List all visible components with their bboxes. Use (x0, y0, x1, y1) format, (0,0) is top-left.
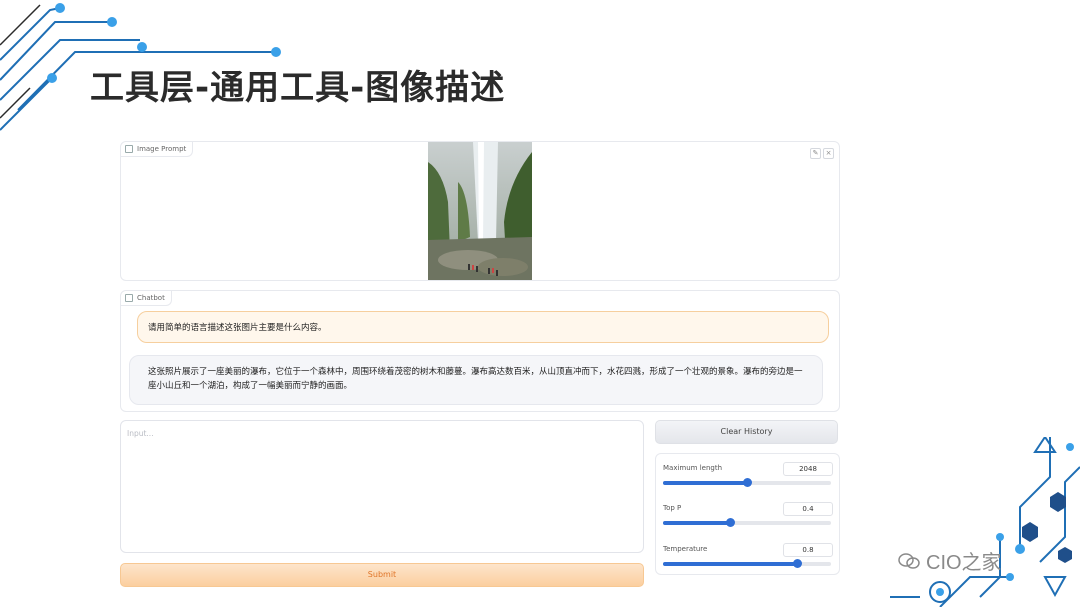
close-icon[interactable]: × (823, 148, 834, 159)
slider-fill (663, 562, 798, 566)
bot-message: 这张照片展示了一座美丽的瀑布，它位于一个森林中，周围环绕着茂密的树木和藤蔓。瀑布… (129, 355, 823, 405)
chatbot-panel: Chatbot 请用简单的语言描述这张图片主要是什么内容。 这张照片展示了一座美… (120, 290, 840, 412)
chatbot-tag: Chatbot (121, 291, 172, 306)
user-message: 请用简单的语言描述这张图片主要是什么内容。 (137, 311, 829, 343)
slider-fill (663, 481, 747, 485)
param-label: Maximum length (663, 464, 723, 472)
slider-fill (663, 521, 731, 525)
image-prompt-tag: Image Prompt (121, 142, 194, 157)
image-icon (125, 145, 133, 153)
param-slider[interactable] (663, 518, 831, 527)
input-textarea[interactable]: Input... (120, 420, 644, 553)
pencil-icon[interactable]: ✎ (810, 148, 821, 159)
slide-title: 工具层-通用工具-图像描述 (90, 68, 506, 108)
clear-history-button[interactable]: Clear History (655, 420, 838, 444)
image-prompt-panel: Image Prompt ✎ × (120, 141, 840, 281)
param-temperature: Temperature 0.8 (662, 539, 833, 575)
chatbot-label: Chatbot (137, 294, 165, 302)
param-label: Top P (663, 504, 682, 512)
input-placeholder: Input... (127, 429, 154, 438)
param-value-input[interactable]: 0.4 (783, 502, 833, 516)
slider-thumb[interactable] (726, 518, 736, 527)
parameters-panel: Maximum length 2048 Top P 0.4 Temperatur… (655, 453, 840, 575)
param-label: Temperature (663, 545, 708, 553)
slider-thumb[interactable] (743, 478, 752, 487)
slider-thumb[interactable] (793, 559, 803, 568)
image-prompt-label: Image Prompt (137, 145, 187, 153)
param-value-input[interactable]: 0.8 (783, 543, 833, 557)
watermark-text: CIO之家 (926, 552, 1002, 574)
param-maximum-length: Maximum length 2048 (662, 458, 833, 494)
chat-icon (125, 294, 133, 302)
wechat-icon (898, 552, 920, 569)
waterfall-photo (428, 142, 532, 280)
param-slider[interactable] (663, 559, 831, 568)
param-slider[interactable] (663, 478, 831, 487)
circuit-decoration-bottom-right (890, 437, 1080, 607)
param-value-input[interactable]: 2048 (783, 462, 833, 476)
watermark: CIO之家 (898, 546, 1002, 575)
param-top-p: Top P 0.4 (662, 498, 833, 534)
submit-button[interactable]: Submit (120, 563, 644, 587)
